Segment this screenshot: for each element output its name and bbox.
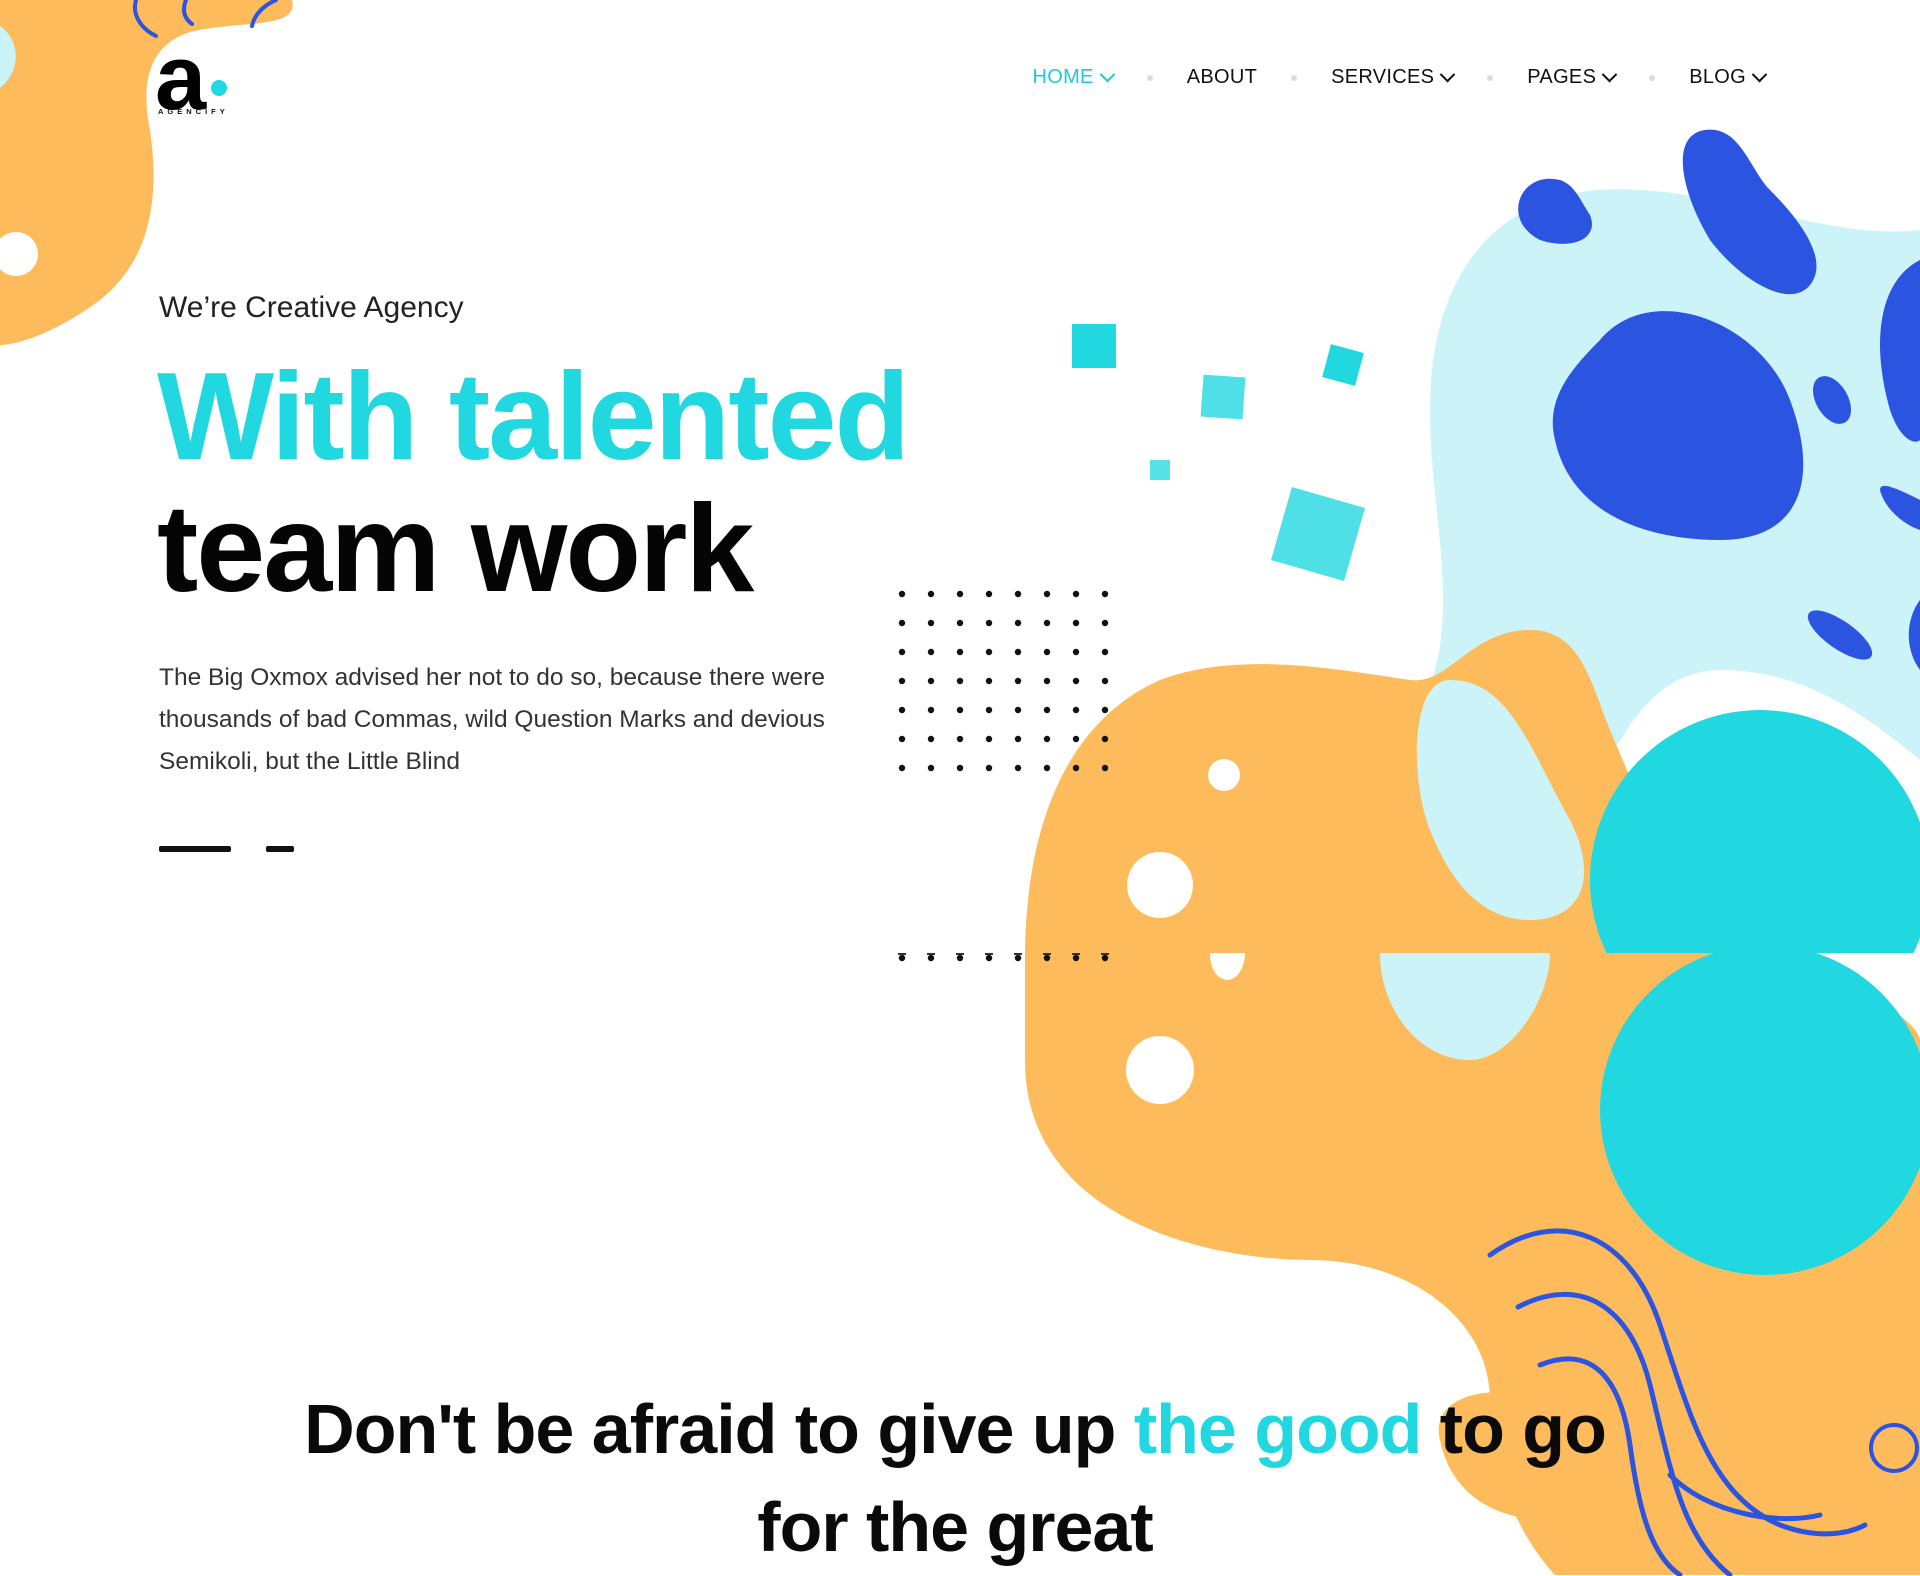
nav-item-services[interactable]: SERVICES: [1331, 66, 1456, 89]
nav-separator-dot: [1487, 74, 1494, 81]
nav-item-label: ABOUT: [1186, 66, 1258, 88]
nav-item-blog[interactable]: BLOG: [1689, 66, 1768, 89]
slider-indicator-active[interactable]: [159, 846, 231, 852]
quote-line-2: for the great: [757, 1488, 1153, 1566]
nav-item-pages[interactable]: PAGES: [1527, 66, 1618, 89]
quote-heading: Don't be afraid to give up the good to g…: [0, 1380, 1920, 1576]
chevron-down-icon: [1751, 66, 1768, 83]
quote-accent: the good: [1133, 1390, 1422, 1468]
hero-headline-accent: With talented: [157, 348, 910, 486]
nav-separator-dot: [1291, 74, 1298, 81]
nav-separator-dot: [1649, 74, 1656, 81]
slider-indicator[interactable]: [266, 846, 294, 852]
nav-item-about[interactable]: ABOUT: [1187, 66, 1257, 89]
hero-eyebrow: We’re Creative Agency: [159, 291, 464, 324]
logo-wordmark: AGENCIFY: [158, 107, 229, 116]
nav-separator-dot: [1146, 74, 1153, 81]
brand-logo[interactable]: a AGENCIFY: [155, 32, 275, 128]
chevron-down-icon: [1099, 66, 1115, 83]
nav-item-label: SERVICES: [1331, 66, 1435, 88]
hero-headline-dark: team work: [157, 480, 754, 618]
dot-grid-pattern: [898, 590, 1109, 962]
hero-lead-paragraph: The Big Oxmox advised her not to do so, …: [159, 664, 825, 775]
nav-item-label: PAGES: [1527, 66, 1597, 88]
main-nav: HOME ABOUT SERVICES PAGES BLOG: [1032, 66, 1768, 89]
chevron-down-icon: [1601, 66, 1618, 83]
nav-item-home[interactable]: HOME: [1032, 66, 1115, 89]
logo-dot: [211, 80, 227, 96]
chevron-down-icon: [1440, 66, 1456, 83]
quote-part-2: to go: [1421, 1390, 1607, 1468]
nav-item-label: BLOG: [1689, 66, 1746, 88]
nav-item-label: HOME: [1032, 66, 1094, 88]
quote-part-1: Don't be afraid to give up: [304, 1390, 1134, 1468]
